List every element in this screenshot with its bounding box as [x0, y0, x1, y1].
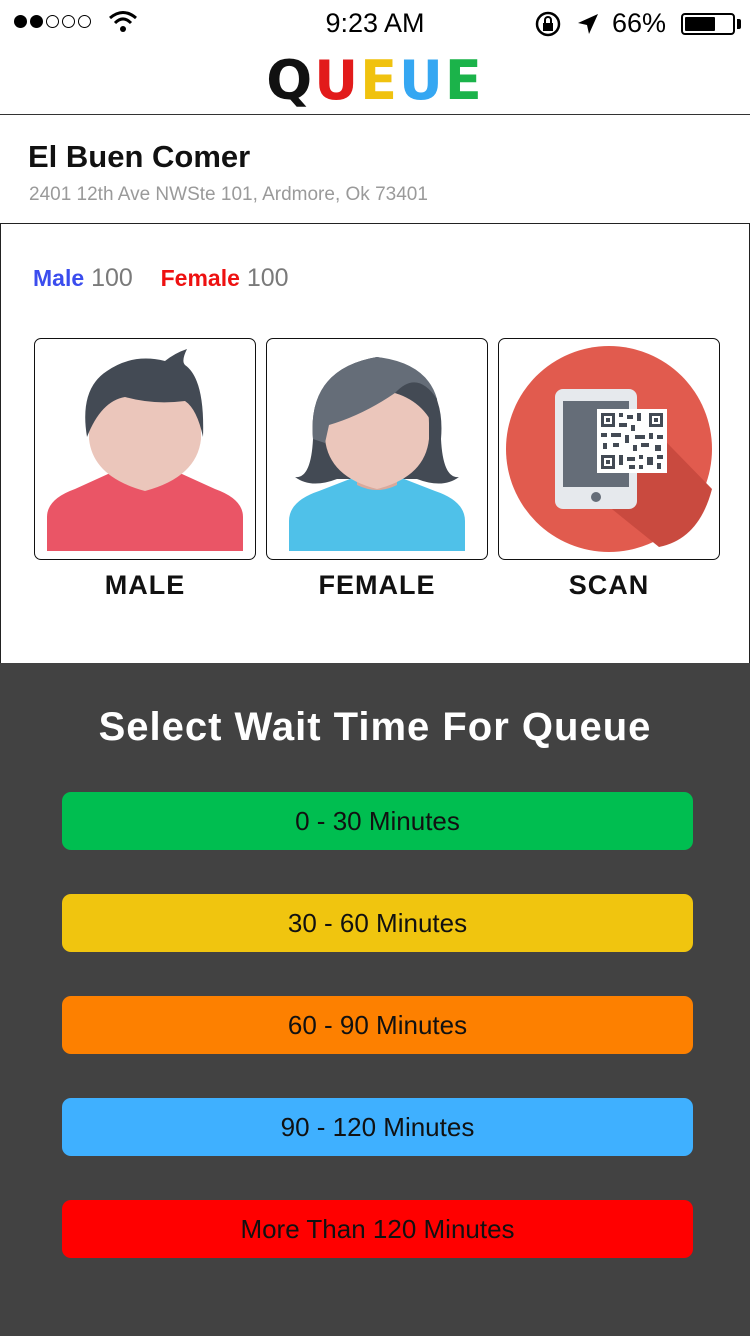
battery-percent: 66% [612, 8, 667, 38]
wait-90-120-button[interactable]: 90 - 120 Minutes [62, 1098, 693, 1156]
wait-30-60-button[interactable]: 30 - 60 Minutes [62, 894, 693, 952]
male-count-value: 100 [91, 264, 133, 292]
wait-0-30-button[interactable]: 0 - 30 Minutes [62, 792, 693, 850]
female-count-label: Female [160, 265, 240, 291]
rotation-lock-icon [535, 11, 561, 37]
location-arrow-icon [578, 14, 598, 34]
status-bar: 9:23 AM 66% [0, 0, 750, 48]
app-header: QUEUE [0, 48, 750, 115]
logo-letter: E [360, 49, 399, 112]
queue-logo: QUEUE [266, 52, 483, 110]
wait-time-title: Select Wait Time For Queue [98, 705, 652, 749]
scan-option-label: SCAN [568, 570, 650, 600]
restaurant-address: 2401 12th Ave NWSte 101, Ardmore, Ok 734… [29, 184, 428, 205]
logo-letter: E [444, 49, 484, 112]
queue-counts: Male 100 Female 100 [33, 264, 289, 293]
female-option-label: FEMALE [318, 570, 436, 600]
queue-options-card: Male 100 Female 100 MALE FEMALE SCAN [0, 223, 750, 664]
restaurant-name: El Buen Comer [28, 139, 251, 174]
wait-60-90-button[interactable]: 60 - 90 Minutes [62, 996, 693, 1054]
female-count-value: 100 [246, 264, 289, 292]
wait-over-120-button[interactable]: More Than 120 Minutes [62, 1200, 693, 1258]
battery-icon [681, 13, 735, 35]
wait-time-section: Select Wait Time For Queue 0 - 30 Minute… [0, 663, 750, 1336]
logo-letter: Q [266, 49, 315, 112]
male-option-button[interactable] [34, 338, 256, 560]
female-option[interactable]: FEMALE [266, 338, 488, 601]
logo-letter: U [398, 49, 445, 112]
male-option[interactable]: MALE [34, 338, 256, 601]
male-option-label: MALE [104, 570, 186, 600]
logo-letter: U [314, 49, 361, 112]
scan-option-button[interactable] [498, 338, 720, 560]
female-avatar-icon [289, 357, 465, 551]
restaurant-info: El Buen Comer 2401 12th Ave NWSte 101, A… [0, 115, 750, 223]
female-option-button[interactable] [266, 338, 488, 560]
scan-option[interactable]: SCAN [498, 338, 720, 601]
male-count-label: Male [33, 265, 85, 291]
qr-scan-icon [506, 346, 712, 552]
male-avatar-icon [47, 349, 243, 551]
